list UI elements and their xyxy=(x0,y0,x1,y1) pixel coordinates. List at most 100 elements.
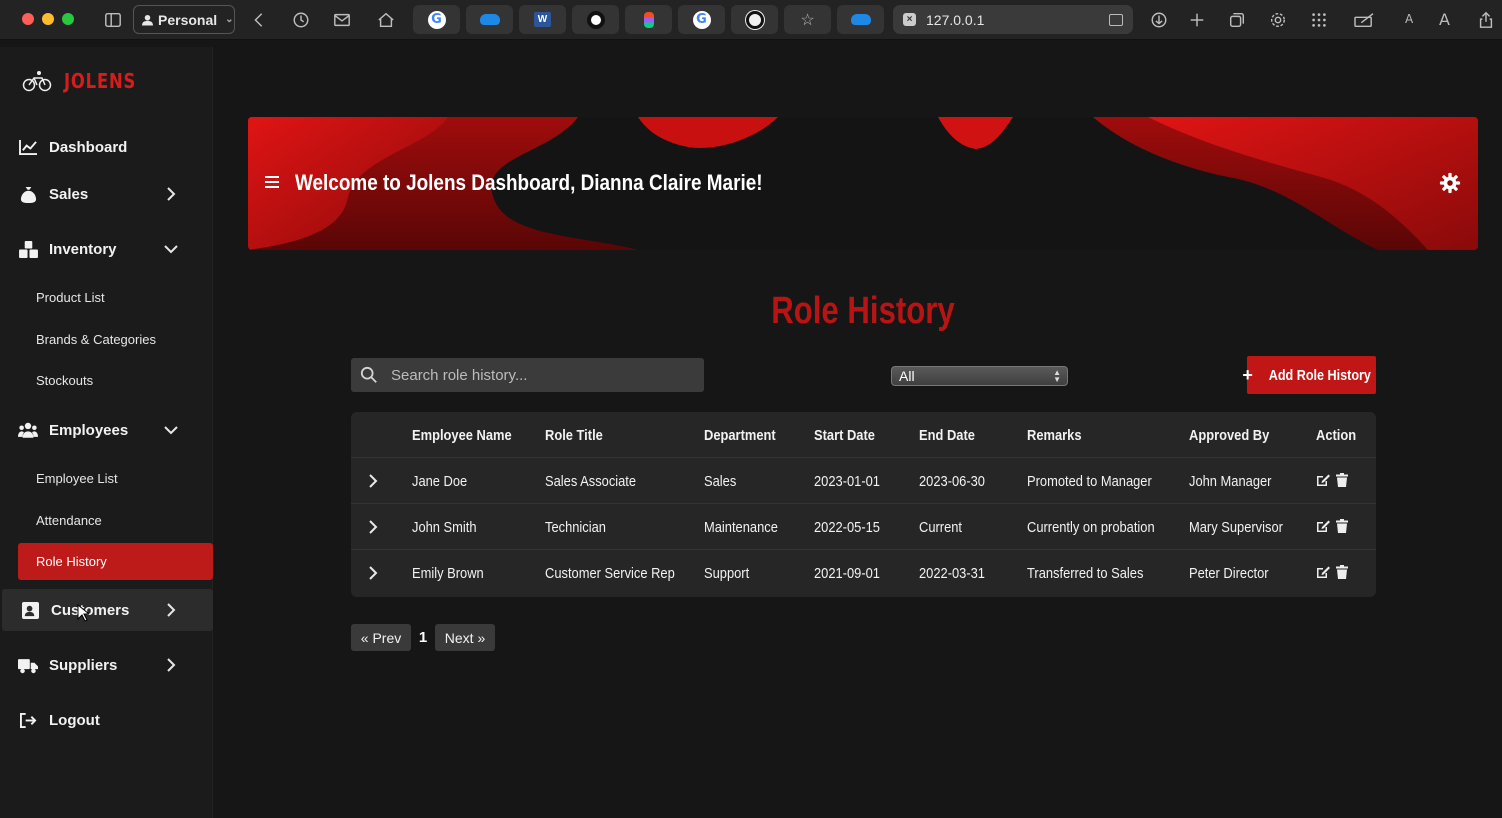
column-header[interactable]: Remarks xyxy=(1027,412,1090,458)
url-text: 127.0.0.1 xyxy=(926,11,985,28)
cell-approved-by: John Manager xyxy=(1189,472,1272,490)
profile-switcher[interactable]: Personal ⌄ xyxy=(133,5,235,34)
favorites-bookmark[interactable]: ☆ xyxy=(784,5,831,34)
prev-page-button[interactable]: « Prev xyxy=(351,624,411,651)
sidebar-item-dashboard[interactable]: Dashboard xyxy=(0,126,213,168)
column-header[interactable]: Department xyxy=(704,412,787,458)
delete-icon[interactable] xyxy=(1335,473,1349,487)
close-window-button[interactable] xyxy=(22,13,34,25)
search-input[interactable] xyxy=(391,366,691,384)
cell-end-date: 2023-06-30 xyxy=(919,472,985,490)
expand-row-icon[interactable] xyxy=(365,472,381,490)
text-larger-button[interactable]: A xyxy=(1439,10,1450,29)
sidebar-subitem-brands-categories[interactable]: Brands & Categories xyxy=(18,321,213,358)
download-icon[interactable] xyxy=(1148,9,1170,31)
mail-icon[interactable] xyxy=(331,9,353,31)
google-bookmark-2[interactable]: G xyxy=(678,5,725,34)
truck-icon xyxy=(18,656,38,674)
sidebar-item-label: Suppliers xyxy=(49,656,118,674)
sidebar-subitem-product-list[interactable]: Product List xyxy=(18,279,213,316)
sidebar-item-sales[interactable]: Sales xyxy=(0,173,213,215)
sidebar-toggle-icon[interactable] xyxy=(102,9,124,31)
annotate-icon[interactable] xyxy=(1351,9,1377,31)
edit-icon[interactable] xyxy=(1316,565,1330,579)
sidebar-subitem-employee-list[interactable]: Employee List xyxy=(18,460,213,497)
star-icon: ☆ xyxy=(800,11,815,29)
word-bookmark[interactable]: W xyxy=(519,5,566,34)
edit-icon[interactable] xyxy=(1316,519,1330,533)
expand-row-icon[interactable] xyxy=(365,564,381,582)
chevron-down-icon: ⌄ xyxy=(225,14,234,25)
pagination: « Prev 1 Next » xyxy=(351,624,495,651)
bicycle-icon xyxy=(22,71,52,92)
cell-start-date: 2023-01-01 xyxy=(814,472,880,490)
cloud-icon xyxy=(479,14,500,25)
column-header[interactable]: Approved By xyxy=(1189,412,1282,458)
sidebar-item-label: Inventory xyxy=(49,240,117,258)
sidebar-item-suppliers[interactable]: Suppliers xyxy=(0,644,213,686)
column-header: Action xyxy=(1316,426,1357,444)
google-bookmark[interactable]: G xyxy=(413,5,460,34)
home-icon[interactable] xyxy=(375,9,397,31)
users-icon xyxy=(18,421,38,439)
apps-grid-icon[interactable] xyxy=(1308,9,1330,31)
onedrive-bookmark-2[interactable] xyxy=(837,5,884,34)
sidebar-item-employees[interactable]: Employees xyxy=(0,409,213,451)
boxes-icon xyxy=(18,240,38,258)
expand-row-icon[interactable] xyxy=(365,518,381,536)
google-icon: G xyxy=(692,10,711,29)
github-bookmark[interactable] xyxy=(731,5,778,34)
brand-name: JOLENS xyxy=(64,69,137,93)
add-role-history-button[interactable]: + Add Role History xyxy=(1242,356,1376,394)
current-page-number[interactable]: 1 xyxy=(411,629,435,646)
edit-icon[interactable] xyxy=(1316,473,1330,487)
sidebar-item-customers[interactable]: Customers xyxy=(2,589,213,631)
column-header[interactable]: Employee Name xyxy=(412,412,528,458)
cell-role-title: Customer Service Rep xyxy=(545,564,675,582)
sidebar-item-logout[interactable]: Logout xyxy=(0,699,213,741)
table-row[interactable]: John Smith Technician Maintenance 2022-0… xyxy=(351,504,1376,550)
brand-logo[interactable]: JOLENS xyxy=(22,69,152,93)
table-header-row: Employee Name Role Title Department Star… xyxy=(351,412,1376,458)
next-page-button[interactable]: Next » xyxy=(435,624,495,651)
minimize-window-button[interactable] xyxy=(42,13,54,25)
new-tab-icon[interactable] xyxy=(1186,9,1208,31)
chart-line-icon xyxy=(18,138,38,156)
onedrive-bookmark[interactable] xyxy=(466,5,513,34)
delete-icon[interactable] xyxy=(1335,519,1349,533)
sidebar-item-label: Logout xyxy=(49,711,100,729)
sidebar-item-inventory[interactable]: Inventory xyxy=(0,228,213,270)
history-icon[interactable] xyxy=(290,9,312,31)
cell-role-title: Technician xyxy=(545,518,606,536)
settings-icon[interactable] xyxy=(1267,9,1289,31)
browser-toolbar: Personal ⌄ G W G ☆ × 127.0.0.1 A A xyxy=(0,0,1502,40)
reader-icon[interactable] xyxy=(1109,13,1123,26)
cell-remarks: Currently on probation xyxy=(1027,518,1155,536)
tabs-overview-icon[interactable] xyxy=(1226,9,1248,31)
column-header[interactable]: Role Title xyxy=(545,412,612,458)
site-icon: × xyxy=(903,13,916,26)
table-row[interactable]: Jane Doe Sales Associate Sales 2023-01-0… xyxy=(351,458,1376,504)
sidebar-subitem-attendance[interactable]: Attendance xyxy=(18,502,213,539)
openai-bookmark[interactable] xyxy=(572,5,619,34)
address-card-icon xyxy=(20,601,40,619)
chevron-down-icon xyxy=(163,422,179,438)
text-smaller-button[interactable]: A xyxy=(1405,12,1413,26)
address-bar[interactable]: × 127.0.0.1 xyxy=(893,5,1133,34)
person-icon xyxy=(142,14,153,25)
column-header[interactable]: End Date xyxy=(919,412,984,458)
settings-gear-icon[interactable] xyxy=(1439,172,1461,194)
sidebar-subitem-role-history[interactable]: Role History xyxy=(18,543,213,580)
fullscreen-window-button[interactable] xyxy=(62,13,74,25)
delete-icon[interactable] xyxy=(1335,565,1349,579)
table-row[interactable]: Emily Brown Customer Service Rep Support… xyxy=(351,550,1376,596)
sidebar-item-label: Employees xyxy=(49,421,129,439)
menu-toggle-icon[interactable] xyxy=(265,176,279,188)
sidebar-subitem-stockouts[interactable]: Stockouts xyxy=(18,362,213,399)
back-icon[interactable] xyxy=(248,9,270,31)
figma-bookmark[interactable] xyxy=(625,5,672,34)
filter-select[interactable]: All ▲ ▼ xyxy=(891,366,1068,386)
share-icon[interactable] xyxy=(1475,9,1497,31)
money-bag-icon xyxy=(18,185,38,203)
column-header[interactable]: Start Date xyxy=(814,412,885,458)
